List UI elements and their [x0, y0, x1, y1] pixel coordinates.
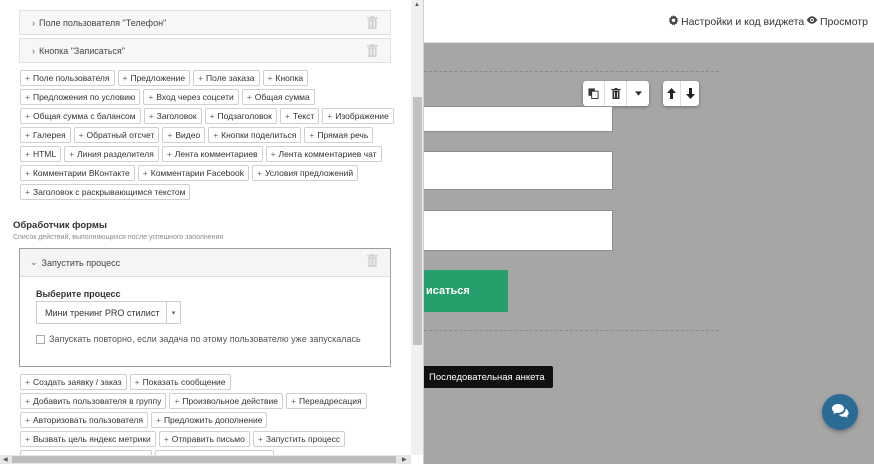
scroll-up-arrow-icon[interactable]: ▲	[414, 2, 420, 8]
caret-down-icon[interactable]	[627, 81, 649, 106]
form-field-label: Поле пользователя "Телефон"	[39, 17, 167, 28]
horizontal-scrollbar[interactable]: ◀ ▶	[0, 455, 411, 464]
add-element-button[interactable]: Лента комментариев чат	[265, 146, 382, 162]
block-tooltip: Последовательная анкета	[421, 366, 553, 388]
caret-down-icon: ▾	[166, 302, 180, 323]
add-element-button[interactable]: Лента комментариев	[161, 146, 263, 162]
add-element-button[interactable]: Кнопка	[262, 70, 309, 86]
scroll-left-arrow-icon[interactable]: ◀	[3, 456, 8, 463]
add-element-button[interactable]: Кнопки поделиться	[208, 127, 302, 143]
gear-icon	[668, 15, 679, 29]
vertical-scrollbar[interactable]: ▲	[411, 0, 423, 455]
restart-checkbox-row[interactable]: Запускать повторно, если задача по этому…	[36, 334, 361, 344]
add-element-button[interactable]: Общая сумма с балансом	[20, 108, 141, 124]
preview-link[interactable]: Просмотр	[806, 15, 868, 28]
add-element-button[interactable]: Предложение	[117, 70, 191, 86]
trash-icon[interactable]	[605, 81, 627, 106]
add-element-button[interactable]: HTML	[20, 146, 62, 162]
process-select-value: Мини тренинг PRO стилист	[45, 307, 160, 318]
add-element-button[interactable]: Общая сумма	[241, 89, 315, 105]
form-handler-title: Обработчик формы	[13, 220, 107, 231]
chat-bubble-icon	[831, 403, 849, 421]
add-action-button[interactable]: Запустить процесс	[252, 431, 346, 447]
add-action-button[interactable]: Авторизовать пользователя	[20, 412, 148, 428]
add-action-button[interactable]: Показать сообщение	[129, 374, 231, 390]
process-select-label: Выберите процесс	[36, 289, 121, 299]
add-action-buttons: Создать заявку / заказ Показать сообщени…	[20, 374, 375, 464]
signup-submit-button[interactable]: исаться	[424, 270, 508, 312]
scroll-right-arrow-icon[interactable]: ▶	[402, 456, 407, 463]
add-element-button[interactable]: Комментарии ВКонтакте	[20, 165, 135, 181]
block-divider	[424, 330, 719, 331]
chat-button[interactable]	[822, 394, 858, 430]
add-element-button[interactable]: Галерея	[20, 127, 71, 143]
add-action-button[interactable]: Добавить пользователя в группу	[20, 393, 167, 409]
add-element-button[interactable]: Заголовок с раскрывающимся текстом	[20, 184, 191, 200]
form-field-item[interactable]: › Поле пользователя "Телефон"	[19, 10, 391, 35]
add-action-button[interactable]: Переадресация	[286, 393, 367, 409]
run-process-action-card: ⌄ Запустить процесс Выберите процесс Мин…	[19, 248, 391, 367]
add-action-button[interactable]: Предложить дополнение	[150, 412, 268, 428]
widget-settings-link[interactable]: Настройки и код виджета	[668, 15, 804, 29]
add-element-button[interactable]: Предложения по условию	[20, 89, 141, 105]
block-toolbar	[583, 81, 649, 106]
add-element-button[interactable]: Условия предложений	[251, 165, 359, 181]
tooltip-text: Последовательная анкета	[429, 371, 545, 383]
add-element-button[interactable]: Комментарии Facebook	[137, 165, 249, 181]
add-element-button[interactable]: Текст	[279, 108, 320, 124]
form-input-field[interactable]	[424, 210, 613, 251]
add-element-buttons: Поле пользователя Предложение Поле заказ…	[20, 70, 395, 200]
trash-icon[interactable]	[367, 254, 378, 267]
add-element-button[interactable]: Заголовок	[143, 108, 202, 124]
arrow-down-icon[interactable]	[681, 81, 699, 106]
form-field-item[interactable]: › Кнопка "Записаться"	[19, 38, 391, 63]
editor-panel: › Поле пользователя "Телефон" › Кнопка "…	[0, 0, 424, 464]
add-element-button[interactable]: Изображение	[322, 108, 394, 124]
chevron-right-icon: ›	[32, 17, 35, 28]
copy-icon[interactable]	[583, 81, 605, 106]
chevron-down-icon: ⌄	[30, 257, 38, 267]
preview-label: Просмотр	[820, 15, 868, 28]
move-toolbar	[663, 81, 699, 106]
add-action-button[interactable]: Произвольное действие	[169, 393, 284, 409]
add-action-button[interactable]: Создать заявку / заказ	[20, 374, 127, 390]
block-divider	[424, 71, 719, 72]
add-action-button[interactable]: Отправить письмо	[158, 431, 250, 447]
horizontal-scrollbar-thumb[interactable]	[12, 456, 396, 463]
add-element-button[interactable]: Обратный отсчет	[73, 127, 160, 143]
arrow-up-icon[interactable]	[663, 81, 681, 106]
form-field-label: Кнопка "Записаться"	[39, 45, 125, 56]
signup-submit-label: исаться	[426, 285, 470, 297]
vertical-scrollbar-thumb[interactable]	[413, 97, 422, 345]
run-process-action-title: Запустить процесс	[41, 257, 121, 268]
process-select[interactable]: Мини тренинг PRO стилист ▾	[36, 301, 181, 324]
add-element-button[interactable]: Линия разделителя	[64, 146, 159, 162]
form-input-field[interactable]	[424, 151, 613, 190]
form-input-field[interactable]	[424, 106, 613, 132]
chevron-right-icon: ›	[32, 45, 35, 56]
add-element-button[interactable]: Поле заказа	[193, 70, 260, 86]
add-element-button[interactable]: Вход через соцсети	[143, 89, 239, 105]
top-bar: Настройки и код виджета Просмотр	[424, 0, 874, 43]
widget-settings-label: Настройки и код виджета	[681, 16, 805, 28]
trash-icon[interactable]	[367, 16, 378, 29]
form-handler-subtitle: Список действий, выполняющихся после усп…	[13, 234, 224, 241]
restart-checkbox[interactable]	[36, 334, 45, 344]
add-element-button[interactable]: Поле пользователя	[20, 70, 115, 86]
trash-icon[interactable]	[367, 44, 378, 57]
add-element-button[interactable]: Подзаголовок	[204, 108, 277, 124]
add-element-button[interactable]: Прямая речь	[304, 127, 374, 143]
eye-icon	[806, 15, 818, 28]
add-action-button[interactable]: Вызвать цель яндекс метрики	[20, 431, 156, 447]
run-process-action-header[interactable]: ⌄ Запустить процесс	[20, 249, 390, 277]
add-element-button[interactable]: Видео	[162, 127, 206, 143]
restart-checkbox-label: Запускать повторно, если задача по этому…	[49, 334, 361, 344]
